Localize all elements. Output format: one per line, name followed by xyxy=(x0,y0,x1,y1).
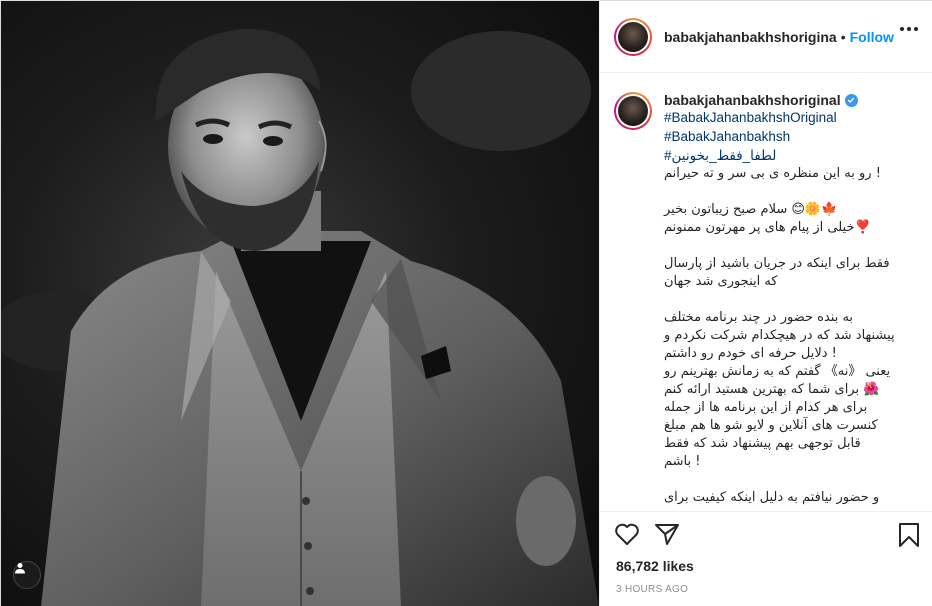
caption-line: پیشنهاد شد که در هیچکدام شرکت نکردم و xyxy=(664,328,895,343)
caption-scroll-area[interactable]: babakjahanbakhshoriginal #BabakJahanbakh… xyxy=(600,74,932,510)
separator-dot: • xyxy=(840,28,846,45)
follow-button[interactable]: Follow xyxy=(850,29,894,45)
hashtag-link[interactable]: #BabakJahanbakhshOriginal xyxy=(664,108,918,127)
more-options-icon[interactable] xyxy=(900,27,918,31)
caption-line: برای هر کدام از این برنامه ها از جمله xyxy=(664,400,868,415)
caption-line: قابل توجهی بهم پیشنهاد شد که فقط xyxy=(664,436,861,451)
post-timestamp[interactable]: 3 HOURS AGO xyxy=(616,584,688,595)
caption-line: کنسرت های آنلاین و لایو شو ها هم مبلغ xyxy=(664,418,878,433)
caption-line: که اینجوری شد جهان xyxy=(664,274,778,289)
caption-line: 🍁🌼😊 سلام صبح زیباتون بخیر xyxy=(664,202,838,217)
caption-line: یعنی 《نه》 گفتم که به زمانش بهترینم رو xyxy=(664,364,891,379)
heart-icon[interactable] xyxy=(614,522,640,551)
post-actions: 86,782 likes 3 HOURS AGO xyxy=(600,511,932,606)
bookmark-icon[interactable] xyxy=(898,522,920,553)
post-dialog: babakjahanbakhshorigina • Follow babakja… xyxy=(0,0,932,606)
caption-line: به بنده حضور در چند برنامه مختلف xyxy=(664,310,854,325)
likes-count[interactable]: 86,782 likes xyxy=(616,558,694,574)
caption-avatar[interactable] xyxy=(614,92,652,130)
avatar[interactable] xyxy=(614,17,652,56)
post-username[interactable]: babakjahanbakhshorigina xyxy=(664,29,837,45)
verified-badge-icon xyxy=(844,93,858,107)
post-photo[interactable] xyxy=(1,1,599,606)
caption-line: ! باشم xyxy=(664,454,701,469)
post-header: babakjahanbakhshorigina • Follow xyxy=(600,1,932,73)
caption-line: و حضور نیافتم به دلیل اینکه کیفیت برای xyxy=(664,490,880,505)
caption: babakjahanbakhshoriginal #BabakJahanbakh… xyxy=(614,92,918,507)
caption-username[interactable]: babakjahanbakhshoriginal xyxy=(664,92,841,108)
caption-line: 🌺 برای شما که بهترین هستید ارائه کنم xyxy=(664,382,880,397)
paper-plane-icon[interactable] xyxy=(654,522,680,551)
man-in-suit-photo xyxy=(1,28,599,606)
post-side-panel: babakjahanbakhshorigina • Follow babakja… xyxy=(599,1,932,606)
caption-line: ! دلایل حرفه ای خودم رو داشتم xyxy=(664,346,837,361)
user-tag-button[interactable] xyxy=(13,561,41,589)
hashtag-link[interactable]: #BabakJahanbakhsh xyxy=(664,127,918,146)
caption-line: ! رو به این منظره ی بی سر و ته حیرانم xyxy=(664,166,881,181)
user-tag-icon xyxy=(15,563,25,574)
caption-line: ❣️خیلی از پیام های پر مهرتون ممنونم xyxy=(664,220,871,235)
hashtag-link[interactable]: #لطفا_فقط_بخونین xyxy=(664,146,918,165)
caption-line: فقط برای اینکه در جریان باشید از پارسال xyxy=(664,256,890,271)
